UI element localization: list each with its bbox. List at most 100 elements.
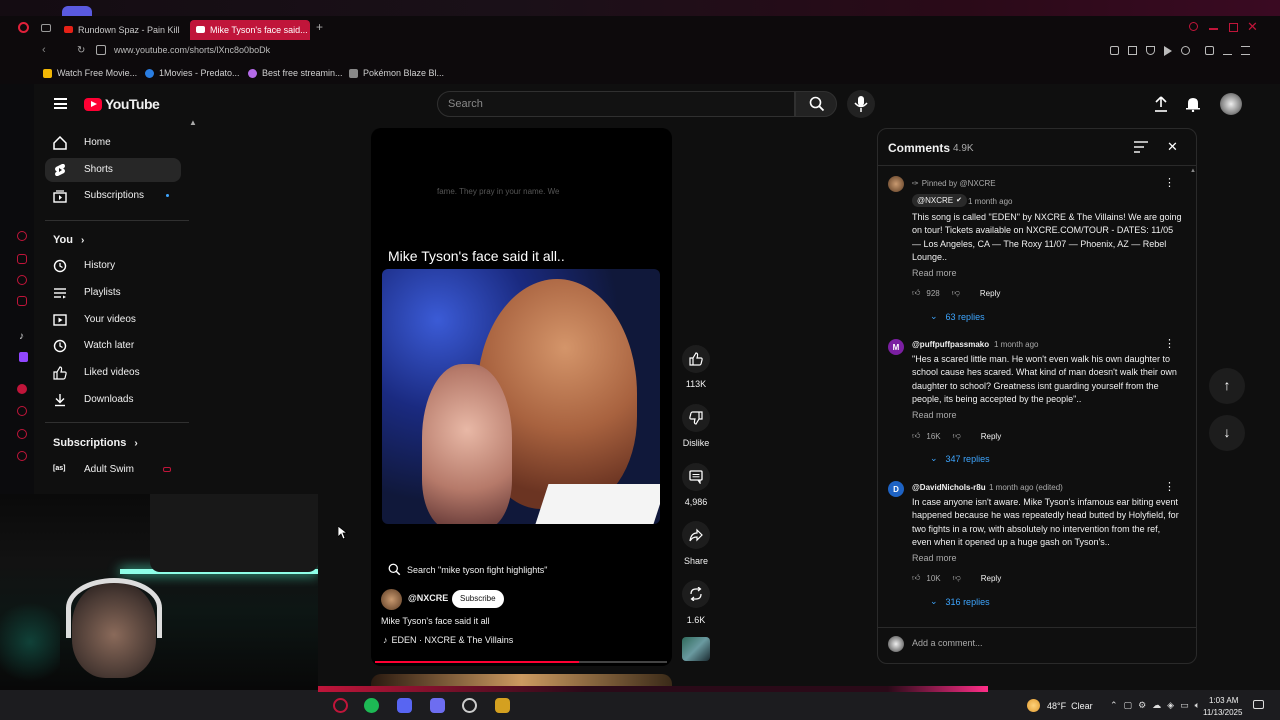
clock-side-icon[interactable] [17, 429, 27, 439]
replies-toggle[interactable]: ⌄ 347 replies [930, 453, 990, 464]
close-window-icon[interactable]: ✕ [1247, 19, 1258, 35]
close-comments-icon[interactable]: ✕ [1167, 139, 1178, 155]
tab-menu-icon[interactable] [41, 24, 51, 32]
progress-track[interactable] [375, 661, 667, 663]
search-suggestion[interactable]: Search "mike tyson fight highlights" [388, 563, 547, 576]
spotify-taskbar-icon[interactable] [364, 698, 379, 713]
bookmark-item[interactable]: Best free streamin... [248, 68, 343, 78]
dislike-button[interactable] [682, 404, 710, 432]
instagram-icon[interactable] [17, 296, 27, 306]
heart-icon[interactable] [1181, 46, 1190, 55]
sound-thumbnail[interactable] [682, 637, 710, 661]
player-icon[interactable] [1164, 46, 1172, 56]
home-button-icon[interactable] [96, 45, 106, 55]
tray-settings-icon[interactable]: ⚙ [1138, 700, 1146, 711]
read-more-link[interactable]: Read more [912, 268, 957, 278]
reload-icon[interactable]: ↻ [77, 45, 85, 56]
sidebar-item-history[interactable]: History [45, 254, 181, 278]
bookmark-item[interactable]: 1Movies - Predato... [145, 68, 240, 78]
youtube-logo[interactable]: YouTube [84, 96, 160, 112]
comments-button[interactable] [682, 463, 710, 491]
tiktok-icon[interactable]: ♪ [19, 331, 24, 342]
notifications-icon[interactable] [1253, 700, 1264, 709]
maximize-icon[interactable] [1229, 23, 1238, 32]
sidebar-item-downloads[interactable]: Downloads [45, 388, 181, 412]
settings-side-icon[interactable] [17, 451, 27, 461]
sidebar-scroll-up-icon[interactable]: ▲ [189, 118, 197, 127]
shield-icon[interactable] [1146, 46, 1155, 55]
sidebar-item-home[interactable]: Home [45, 131, 181, 155]
comment-dislike-icon[interactable]: 👎︎ [952, 288, 960, 298]
download-icon[interactable] [1223, 46, 1232, 55]
reply-button[interactable]: Reply [981, 574, 1001, 583]
clock-time[interactable]: 1:03 AM [1209, 696, 1238, 705]
sidebar-item-subscriptions[interactable]: Subscriptions [45, 184, 181, 208]
comment-menu-icon[interactable]: ⋮ [1164, 176, 1175, 189]
sidebar-item-adult-swim[interactable]: [as] Adult Swim [45, 458, 181, 482]
url-field[interactable]: www.youtube.com/shorts/lXnc8o0boDk [114, 45, 270, 55]
snapshot-icon[interactable] [1128, 46, 1137, 55]
comment-menu-icon[interactable]: ⋮ [1164, 480, 1175, 493]
sidebar-item-playlists[interactable]: Playlists [45, 281, 181, 305]
tab-mike-tyson[interactable]: Mike Tyson's face said... [190, 20, 310, 40]
tray-cloud-icon[interactable]: ☁ [1152, 700, 1161, 711]
tab-rundown[interactable]: Rundown Spaz - Pain Killa [58, 20, 180, 40]
next-short-button[interactable]: ↓ [1209, 415, 1245, 451]
previous-short-button[interactable]: ↑ [1209, 368, 1245, 404]
reply-button[interactable]: Reply [981, 432, 1001, 441]
sidebar-item-your-videos[interactable]: Your videos [45, 308, 181, 332]
like-button[interactable] [682, 345, 710, 373]
comment-author-badge[interactable]: @NXCRE ✔ [912, 194, 967, 207]
twitch-icon[interactable] [19, 352, 28, 362]
sidebar-item-liked-videos[interactable]: Liked videos [45, 361, 181, 385]
opera-gx-taskbar-icon[interactable] [333, 698, 348, 713]
channel-name[interactable]: @NXCRE [408, 593, 448, 603]
bookmark-item[interactable]: Pokémon Blaze Bl... [349, 68, 444, 78]
channel-avatar[interactable] [381, 589, 402, 610]
comment-dislike-icon[interactable]: 👎︎ [953, 573, 961, 583]
subscribe-button[interactable]: Subscribe [452, 590, 504, 608]
menu-icon[interactable] [1241, 46, 1250, 55]
reply-button[interactable]: Reply [980, 289, 1000, 298]
minimize-icon[interactable] [1209, 28, 1218, 30]
tray-vpn-icon[interactable]: ◈ [1167, 700, 1174, 711]
spotify-icon[interactable] [17, 384, 27, 394]
replies-toggle[interactable]: ⌄ 316 replies [930, 596, 990, 607]
sidebar-item-shorts[interactable]: Shorts [45, 158, 181, 182]
comment-like-icon[interactable]: 👍︎ [912, 431, 920, 441]
clock-date[interactable]: 11/13/2025 [1203, 708, 1242, 717]
search-input[interactable]: Search [437, 91, 795, 117]
comment-like-icon[interactable]: 👍︎ [912, 288, 920, 298]
extensions-icon[interactable] [1205, 46, 1214, 55]
read-more-link[interactable]: Read more [912, 553, 957, 563]
comment-avatar[interactable]: M [888, 339, 904, 355]
comment-author[interactable]: @puffpuffpassmako [912, 340, 989, 349]
add-comment-input[interactable]: Add a comment... [912, 638, 983, 648]
discord-taskbar-icon[interactable] [397, 698, 412, 713]
song-link[interactable]: ♪ EDEN · NXCRE & The Villains [383, 635, 513, 645]
upload-icon[interactable] [1154, 96, 1168, 112]
sidebar-item-watch-later[interactable]: Watch later [45, 334, 181, 358]
back-icon[interactable]: ‹ [42, 44, 46, 56]
app-grid-taskbar-icon[interactable] [430, 698, 445, 713]
comment-like-icon[interactable]: 👍︎ [912, 573, 920, 583]
sidebar-subscriptions-header[interactable]: Subscriptions › [53, 437, 138, 449]
tray-volume-icon[interactable]: 🔈︎ [1195, 700, 1200, 711]
opera-menu-icon[interactable] [18, 22, 29, 33]
whatsapp-icon[interactable] [17, 275, 27, 285]
messenger-icon[interactable] [17, 254, 27, 264]
read-more-link[interactable]: Read more [912, 410, 957, 420]
pin-icon[interactable] [1110, 46, 1119, 55]
new-tab-icon[interactable]: + [316, 20, 323, 34]
minecraft-taskbar-icon[interactable] [495, 698, 510, 713]
bookmark-item[interactable]: Watch Free Movie... [43, 68, 137, 78]
share-button[interactable] [682, 521, 710, 549]
comment-author[interactable]: @DavidNichols-r8u [912, 483, 986, 492]
obs-taskbar-icon[interactable] [462, 698, 477, 713]
tray-chevron-up-icon[interactable]: ⌃ [1110, 700, 1118, 711]
tray-battery-icon[interactable]: ▭ [1180, 700, 1189, 711]
tray-app-icon[interactable]: ▢ [1124, 700, 1133, 711]
comments-scrollbar[interactable]: ▲ [1190, 168, 1196, 623]
comment-dislike-icon[interactable]: 👎︎ [953, 431, 961, 441]
tab-search-icon[interactable] [1189, 22, 1198, 31]
